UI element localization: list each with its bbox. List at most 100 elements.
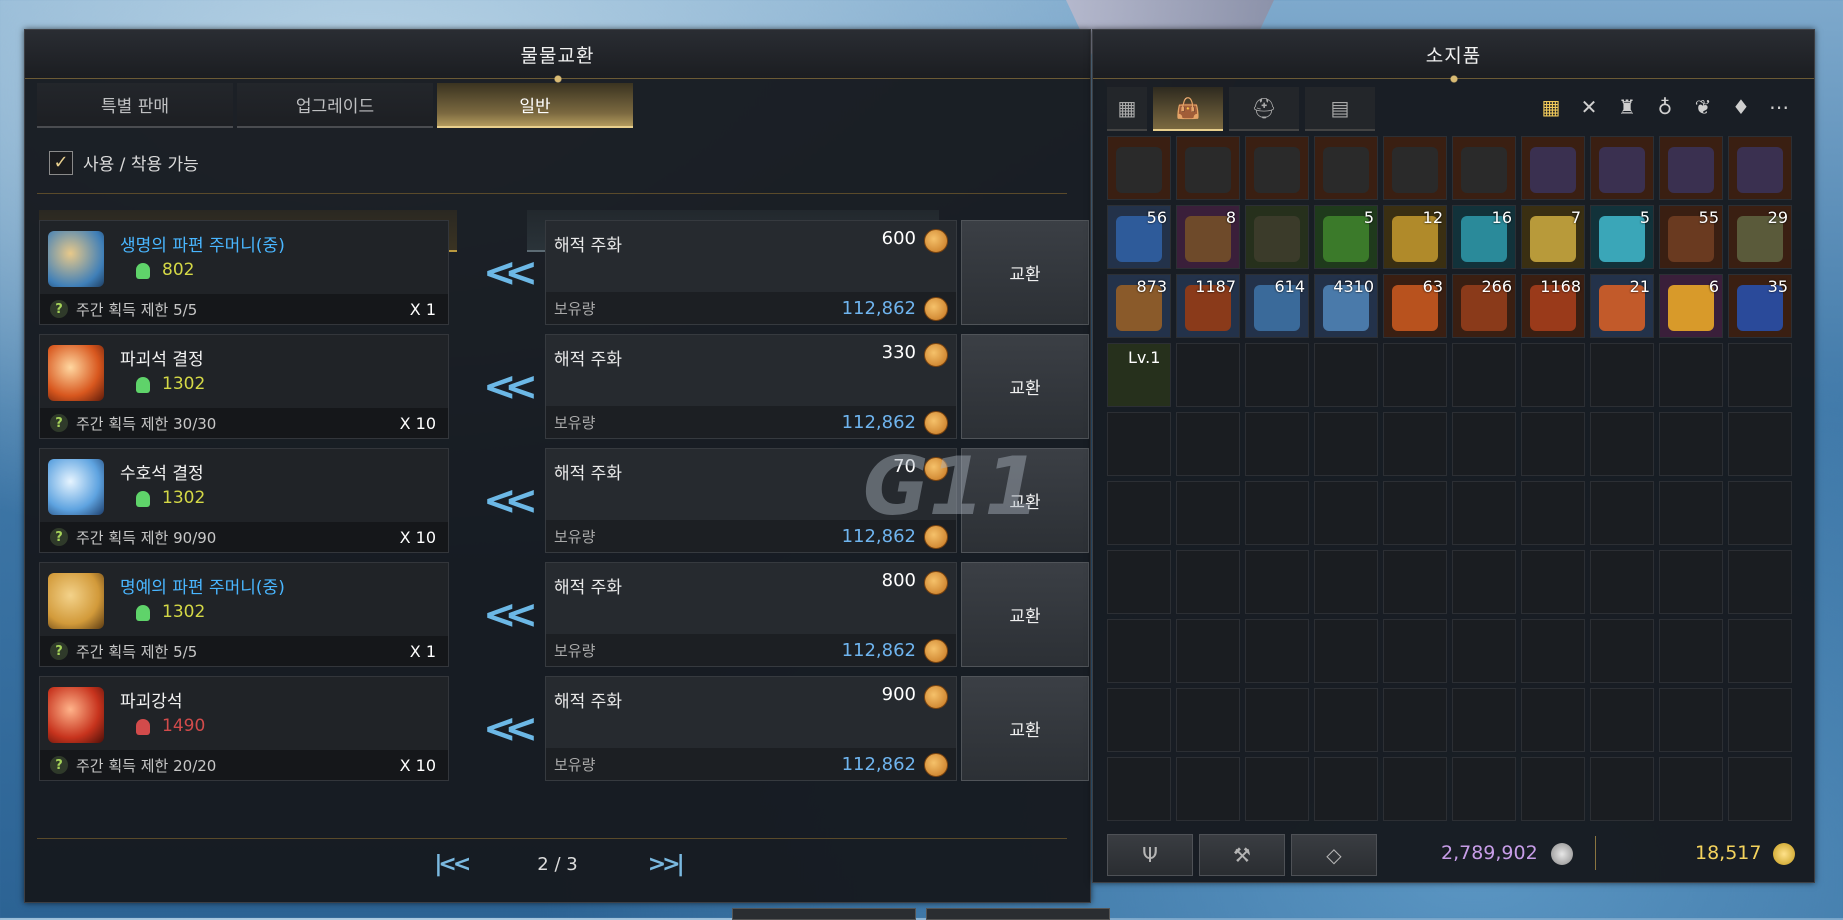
- inventory-slot-empty[interactable]: [1107, 757, 1171, 821]
- helmet-tab-icon[interactable]: ⛑: [1229, 87, 1299, 131]
- help-icon[interactable]: ?: [50, 300, 68, 318]
- potion-filter-icon[interactable]: ♁: [1650, 92, 1680, 122]
- hammer-icon[interactable]: ⚒: [1199, 834, 1285, 876]
- inventory-slot[interactable]: 8: [1176, 205, 1240, 269]
- inventory-slot-empty[interactable]: [1176, 619, 1240, 683]
- inventory-slot-empty[interactable]: [1314, 481, 1378, 545]
- inventory-slot-empty[interactable]: [1107, 619, 1171, 683]
- inventory-slot-empty[interactable]: [1452, 619, 1516, 683]
- feather-filter-icon[interactable]: ❦: [1688, 92, 1718, 122]
- inventory-slot-empty[interactable]: [1176, 550, 1240, 614]
- book-tab-icon[interactable]: ▤: [1305, 87, 1375, 131]
- trident-icon[interactable]: Ψ: [1107, 834, 1193, 876]
- inventory-slot-empty[interactable]: [1314, 412, 1378, 476]
- inventory-slot-empty[interactable]: [1590, 688, 1654, 752]
- inventory-slot[interactable]: [1383, 136, 1447, 200]
- help-icon[interactable]: ?: [50, 414, 68, 432]
- tab-special-sale[interactable]: 특별 판매: [37, 83, 233, 128]
- exchange-button[interactable]: 교환: [961, 220, 1089, 325]
- inventory-slot[interactable]: [1659, 136, 1723, 200]
- inventory-slot-empty[interactable]: [1590, 619, 1654, 683]
- inventory-slot-empty[interactable]: [1728, 619, 1792, 683]
- inventory-slot-empty[interactable]: [1521, 619, 1585, 683]
- more-options-icon[interactable]: ⋯: [1764, 92, 1794, 122]
- inventory-slot-empty[interactable]: [1176, 412, 1240, 476]
- inventory-slot-empty[interactable]: [1383, 481, 1447, 545]
- usable-filter[interactable]: ✓ 사용 / 착용 가능: [49, 150, 199, 175]
- inventory-slot-empty[interactable]: [1728, 343, 1792, 407]
- inventory-slot-empty[interactable]: [1521, 412, 1585, 476]
- inventory-slot-empty[interactable]: [1590, 481, 1654, 545]
- inventory-slot-empty[interactable]: [1728, 412, 1792, 476]
- inventory-slot-empty[interactable]: [1659, 343, 1723, 407]
- checkbox-checked-icon[interactable]: ✓: [49, 150, 73, 175]
- inventory-slot[interactable]: [1590, 136, 1654, 200]
- inventory-slot[interactable]: [1521, 136, 1585, 200]
- inventory-slot-empty[interactable]: [1314, 688, 1378, 752]
- guardian-crystal-icon[interactable]: [48, 459, 104, 515]
- last-page-icon[interactable]: >>|: [648, 852, 685, 877]
- tab-upgrade[interactable]: 업그레이드: [237, 83, 433, 128]
- inventory-slot[interactable]: 21: [1590, 274, 1654, 338]
- inventory-slot-empty[interactable]: [1728, 550, 1792, 614]
- inventory-slot[interactable]: 1168: [1521, 274, 1585, 338]
- inventory-slot-empty[interactable]: [1314, 757, 1378, 821]
- inventory-slot-empty[interactable]: [1521, 550, 1585, 614]
- inventory-slot-empty[interactable]: [1452, 481, 1516, 545]
- inventory-slot-empty[interactable]: [1107, 688, 1171, 752]
- inventory-slot-empty[interactable]: [1452, 757, 1516, 821]
- diamond-icon[interactable]: ◇: [1291, 834, 1377, 876]
- inventory-slot-empty[interactable]: [1659, 550, 1723, 614]
- inventory-slot-empty[interactable]: [1383, 688, 1447, 752]
- inventory-slot[interactable]: 35: [1728, 274, 1792, 338]
- inventory-slot-empty[interactable]: [1452, 412, 1516, 476]
- inventory-slot-empty[interactable]: [1521, 481, 1585, 545]
- help-icon[interactable]: ?: [50, 756, 68, 774]
- inventory-slot-empty[interactable]: [1383, 757, 1447, 821]
- inventory-slot-empty[interactable]: [1107, 481, 1171, 545]
- pouch-icon[interactable]: [48, 231, 104, 287]
- help-icon[interactable]: ?: [50, 528, 68, 546]
- inventory-slot-empty[interactable]: [1245, 550, 1309, 614]
- pouch-icon[interactable]: [48, 573, 104, 629]
- inventory-slot[interactable]: Lv.1: [1107, 343, 1171, 407]
- inventory-slot-empty[interactable]: [1314, 343, 1378, 407]
- inventory-slot-empty[interactable]: [1245, 757, 1309, 821]
- help-icon[interactable]: ?: [50, 642, 68, 660]
- inventory-slot-empty[interactable]: [1659, 481, 1723, 545]
- inventory-slot-empty[interactable]: [1383, 412, 1447, 476]
- inventory-slot-empty[interactable]: [1728, 688, 1792, 752]
- inventory-slot[interactable]: [1728, 136, 1792, 200]
- inventory-slot[interactable]: 873: [1107, 274, 1171, 338]
- inventory-slot-empty[interactable]: [1176, 481, 1240, 545]
- inventory-slot-empty[interactable]: [1245, 412, 1309, 476]
- destruction-crystal-icon[interactable]: [48, 345, 104, 401]
- inventory-slot[interactable]: 5: [1590, 205, 1654, 269]
- tab-general[interactable]: 일반: [437, 83, 633, 128]
- inventory-slot-empty[interactable]: [1590, 412, 1654, 476]
- inventory-slot[interactable]: 614: [1245, 274, 1309, 338]
- inventory-slot[interactable]: 6: [1659, 274, 1723, 338]
- inventory-slot-empty[interactable]: [1728, 481, 1792, 545]
- inventory-slot[interactable]: 55: [1659, 205, 1723, 269]
- inventory-slot-empty[interactable]: [1383, 343, 1447, 407]
- inventory-slot-empty[interactable]: [1245, 688, 1309, 752]
- inventory-slot[interactable]: 29: [1728, 205, 1792, 269]
- inventory-slot[interactable]: 16: [1452, 205, 1516, 269]
- armor-filter-icon[interactable]: ♜: [1612, 92, 1642, 122]
- inventory-slot-empty[interactable]: [1452, 550, 1516, 614]
- inventory-slot-empty[interactable]: [1659, 757, 1723, 821]
- inventory-slot[interactable]: [1314, 136, 1378, 200]
- inventory-slot-empty[interactable]: [1314, 619, 1378, 683]
- inventory-slot-empty[interactable]: [1521, 343, 1585, 407]
- inventory-slot[interactable]: 5: [1314, 205, 1378, 269]
- grid-view-icon[interactable]: ▦: [1107, 87, 1147, 131]
- first-page-icon[interactable]: |<<: [434, 852, 471, 877]
- bag-tab-icon[interactable]: 👜: [1153, 87, 1223, 131]
- inventory-slot-empty[interactable]: [1590, 343, 1654, 407]
- inventory-slot[interactable]: [1107, 136, 1171, 200]
- inventory-slot[interactable]: [1245, 205, 1309, 269]
- inventory-slot-empty[interactable]: [1176, 343, 1240, 407]
- exchange-button[interactable]: 교환: [961, 676, 1089, 781]
- inventory-slot[interactable]: 7: [1521, 205, 1585, 269]
